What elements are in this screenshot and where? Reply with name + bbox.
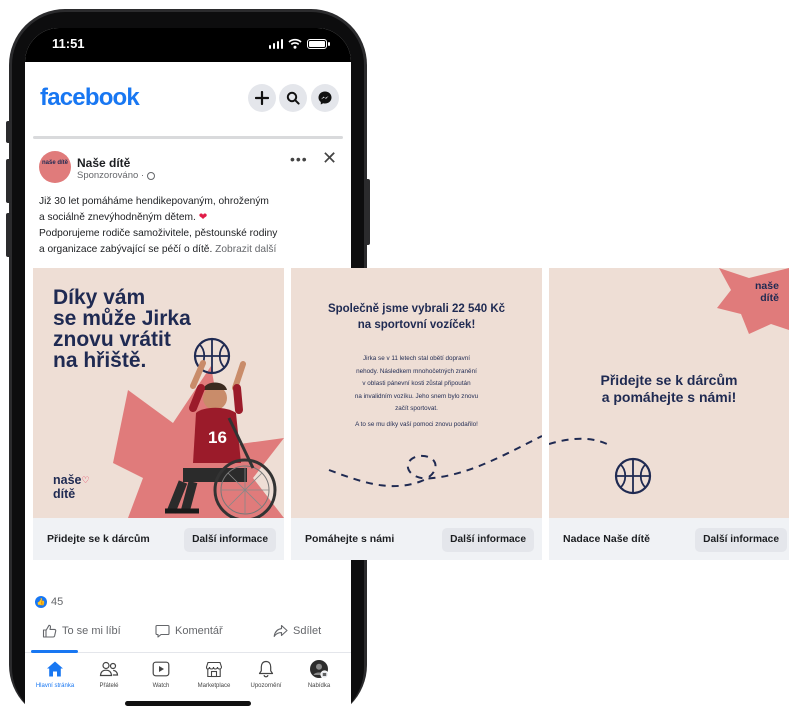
card-3-headline: Přidejte se k dárcům a pomáhejte s námi! xyxy=(549,372,789,406)
nav-watch-label: Watch xyxy=(152,683,170,689)
jersey-number: 16 xyxy=(208,428,227,447)
card-3-headline-line: Přidejte se k dárcům xyxy=(600,372,738,388)
nav-notifications-label: Upozornění xyxy=(250,683,282,689)
nav-notifications[interactable]: Upozornění xyxy=(239,658,293,689)
volume-down-button xyxy=(6,213,11,257)
logo-line: dítě xyxy=(53,487,76,501)
logo-heart-icon: ♡ xyxy=(81,475,90,485)
post-text-line: Již 30 let pomáháme hendikepovaným, ohro… xyxy=(39,196,269,207)
facebook-logo[interactable]: facebook xyxy=(40,84,140,112)
nase-dite-logo: naše♡ dítě xyxy=(53,473,90,501)
heart-icon: ❤ xyxy=(198,212,208,223)
sponsored-label: Sponzorováno · xyxy=(77,170,156,181)
card-2-title: Pomáhejte s námi xyxy=(305,533,395,545)
nav-marketplace[interactable]: Marketplace xyxy=(187,658,241,689)
nase-dite-logo: naše dítě xyxy=(755,280,779,304)
nav-home-label: Hlavní stránka xyxy=(35,683,75,689)
carousel-card-2[interactable]: Společně jsme vybrali 22 540 Kč na sport… xyxy=(291,268,542,560)
share-label: Sdílet xyxy=(293,625,322,637)
post-text-line: Podporujeme rodiče samoživitele, pěstoun… xyxy=(39,228,278,239)
comment-label: Komentář xyxy=(175,625,223,637)
card-1-headline-line: na hřiště. xyxy=(53,349,147,372)
nav-friends[interactable]: Přátelé xyxy=(82,658,136,689)
status-icons xyxy=(268,38,330,49)
nav-menu[interactable]: Nabídka xyxy=(292,658,346,689)
create-plus-button[interactable] xyxy=(248,84,276,112)
basketball-icon xyxy=(614,457,652,495)
card-1-headline-line: Díky vám xyxy=(53,286,146,309)
like-button[interactable]: To se mi líbí xyxy=(42,624,121,638)
share-icon xyxy=(273,624,288,637)
volume-up-button xyxy=(6,159,11,203)
nav-friends-label: Přátelé xyxy=(99,683,119,689)
nav-active-indicator xyxy=(31,650,78,653)
search-icon xyxy=(286,91,300,105)
logo-line: naše xyxy=(755,280,779,292)
card-2-image[interactable]: Společně jsme vybrali 22 540 Kč na sport… xyxy=(291,268,542,518)
messenger-icon xyxy=(318,91,332,105)
card-1-footer: Přidejte se k dárcům Další informace xyxy=(33,518,284,560)
comment-icon xyxy=(155,624,170,638)
marketplace-icon xyxy=(205,661,223,677)
friends-icon xyxy=(99,661,119,677)
card-1-headline: Díky vám se může Jirka znovu vrátit na h… xyxy=(53,287,191,371)
thumbs-up-icon xyxy=(42,624,57,638)
share-button[interactable]: Sdílet xyxy=(273,624,321,638)
card-3-headline-line: a pomáhejte s námi! xyxy=(601,389,737,405)
mute-switch xyxy=(6,121,11,143)
card-1-headline-line: se může Jirka xyxy=(53,307,191,330)
carousel-card-3[interactable]: naše dítě Přidejte se k dárcům a pomáhej… xyxy=(549,268,789,560)
like-count[interactable]: 👍 45 xyxy=(35,596,63,608)
bell-icon xyxy=(258,660,274,678)
card-1-image[interactable]: 16 Díky vám se může Jirka znovu vrátit n… xyxy=(33,268,284,518)
home-icon xyxy=(47,661,63,677)
status-time: 11:51 xyxy=(52,36,85,51)
feed-divider xyxy=(33,136,343,139)
signal-icon xyxy=(268,39,283,49)
status-bar: 11:51 xyxy=(25,28,351,62)
search-button[interactable] xyxy=(279,84,307,112)
power-button xyxy=(365,179,370,245)
carousel-card-1[interactable]: 16 Díky vám se může Jirka znovu vrátit n… xyxy=(33,268,284,560)
like-reaction-icon: 👍 xyxy=(35,596,47,608)
battery-icon xyxy=(307,39,330,49)
nav-home[interactable]: Hlavní stránka xyxy=(28,658,82,689)
sponsored-text: Sponzorováno · xyxy=(77,170,145,181)
plus-icon xyxy=(255,91,269,105)
card-3-more-info-button[interactable]: Další informace xyxy=(695,528,787,552)
page-avatar[interactable]: naše dítě xyxy=(39,151,71,183)
nav-menu-label: Nabídka xyxy=(307,683,331,689)
close-icon[interactable]: ✕ xyxy=(322,148,337,169)
card-2-footer: Pomáhejte s námi Další informace xyxy=(291,518,542,560)
post-text: Již 30 let pomáháme hendikepovaným, ohro… xyxy=(39,194,339,258)
card-3-image[interactable]: naše dítě Přidejte se k dárcům a pomáhej… xyxy=(549,268,789,518)
menu-avatar-icon xyxy=(310,660,329,679)
avatar-logo-text: naše dítě xyxy=(41,160,68,166)
card-3-title: Nadace Naše dítě xyxy=(563,533,650,545)
card-2-more-info-button[interactable]: Další informace xyxy=(442,528,534,552)
see-more-link[interactable]: Zobrazit další xyxy=(215,244,276,255)
nav-marketplace-label: Marketplace xyxy=(197,683,231,689)
like-label: To se mi líbí xyxy=(62,625,121,637)
home-indicator xyxy=(125,701,251,706)
card-3-footer: Nadace Naše dítě Další informace xyxy=(549,518,789,560)
wifi-icon xyxy=(288,38,302,49)
nav-watch[interactable]: Watch xyxy=(134,658,188,689)
watch-icon xyxy=(152,661,170,677)
post-text-line: a sociálně znevýhodněným dětem. ❤ xyxy=(39,212,208,223)
logo-line: naše♡ xyxy=(53,473,90,487)
card-1-headline-line: znovu vrátit xyxy=(53,328,171,351)
dashed-ball-path xyxy=(328,435,542,488)
more-options-icon[interactable]: ••• xyxy=(290,151,308,167)
like-count-value: 45 xyxy=(51,596,64,608)
globe-icon xyxy=(147,171,156,180)
messenger-button[interactable] xyxy=(311,84,339,112)
app-header: facebook xyxy=(25,62,351,132)
card-1-title: Přidejte se k dárcům xyxy=(47,533,150,545)
post-text-line: a organizace zabývající se péčí o dítě. … xyxy=(39,244,277,255)
page-name[interactable]: Naše dítě xyxy=(77,156,130,170)
logo-line: dítě xyxy=(760,292,779,304)
card-1-more-info-button[interactable]: Další informace xyxy=(184,528,276,552)
comment-button[interactable]: Komentář xyxy=(155,624,223,638)
